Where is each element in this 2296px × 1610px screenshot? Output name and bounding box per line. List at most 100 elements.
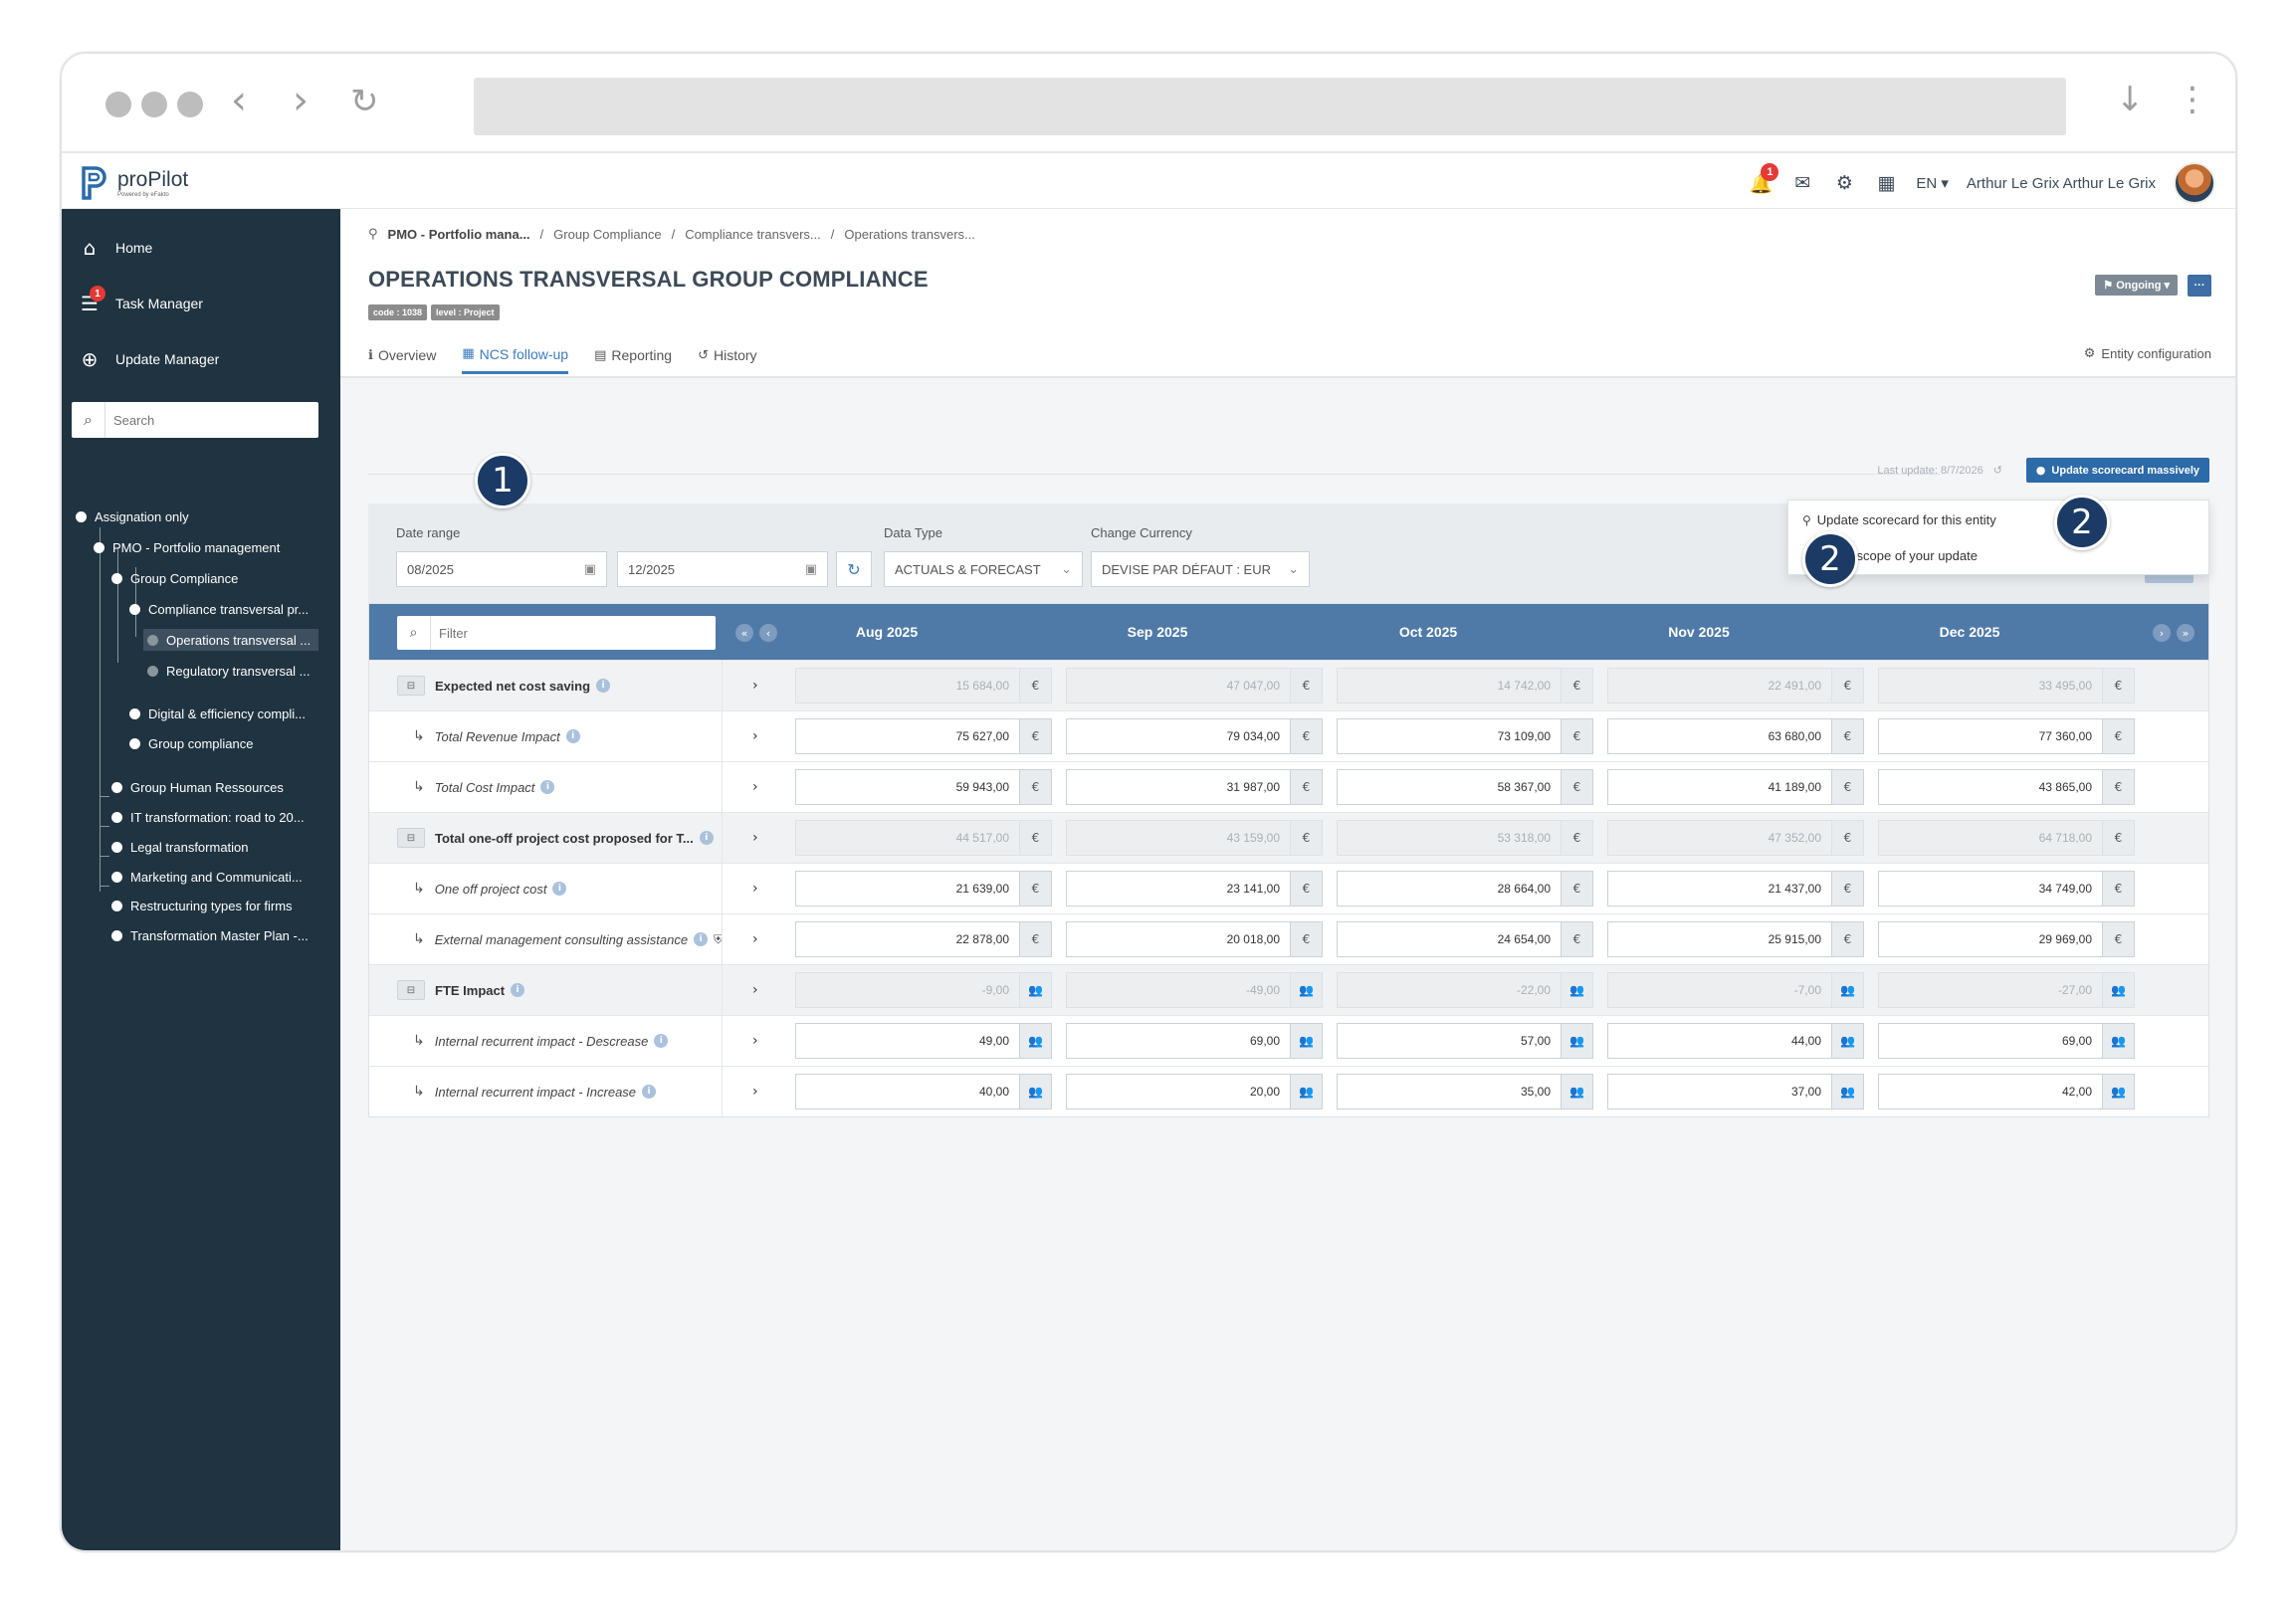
bell-icon[interactable]: 🔔 1	[1749, 163, 1779, 195]
reload-icon[interactable]: ↻	[350, 82, 379, 121]
chevron-right-icon[interactable]: ›	[752, 813, 758, 863]
chevron-right-icon[interactable]: ›	[752, 661, 758, 710]
chevron-right-icon[interactable]: ›	[752, 864, 758, 913]
download-icon[interactable]: ↓	[2116, 80, 2145, 119]
value-cell[interactable]: 37,00 👥	[1607, 1074, 1864, 1109]
value-cell[interactable]: 75 627,00 €	[795, 718, 1052, 754]
user-name[interactable]: Arthur Le Grix Arthur Le Grix	[1967, 175, 2156, 192]
tree-item[interactable]: Regulatory transversal ...	[147, 660, 311, 682]
value-cell[interactable]: 35,00 👥	[1337, 1074, 1593, 1109]
value-input[interactable]: 57,00	[1337, 1023, 1562, 1059]
value-input[interactable]: 58 367,00	[1337, 769, 1562, 805]
info-icon[interactable]: i	[540, 780, 555, 794]
value-input[interactable]: 77 360,00	[1878, 718, 2103, 754]
value-input[interactable]: 41 189,00	[1607, 769, 1832, 805]
value-input[interactable]: 23 141,00	[1066, 871, 1291, 906]
tree-item[interactable]: Transformation Master Plan -...	[111, 924, 309, 946]
value-input[interactable]: 22 878,00	[795, 921, 1020, 957]
value-cell[interactable]: 20,00 👥	[1066, 1074, 1323, 1109]
tab-history[interactable]: ↺ History	[698, 336, 756, 374]
info-icon[interactable]: i	[654, 1034, 669, 1048]
address-bar[interactable]	[474, 78, 2066, 135]
value-cell[interactable]: 58 367,00 €	[1337, 769, 1593, 805]
window-dot[interactable]	[105, 92, 131, 117]
tree-item[interactable]: Legal transformation	[111, 836, 249, 858]
chevron-right-icon[interactable]: ›	[752, 1016, 758, 1066]
tree-item[interactable]: IT transformation: road to 20...	[111, 806, 305, 828]
status-dropdown[interactable]: ⚑ Ongoing ▾	[2095, 275, 2178, 296]
value-input[interactable]: 37,00	[1607, 1074, 1832, 1109]
tab-ncs-follow-up[interactable]: ▦ NCS follow-up	[462, 336, 569, 374]
chevron-right-icon[interactable]: ›	[752, 914, 758, 964]
value-input[interactable]: 75 627,00	[795, 718, 1020, 754]
data-type-select[interactable]: ACTUALS & FORECAST ⌄	[884, 551, 1083, 587]
entity-config-link[interactable]: ⚙ Entity configuration	[2084, 346, 2211, 361]
value-cell[interactable]: 69,00 👥	[1878, 1023, 2135, 1059]
collapse-icon[interactable]: ⊟	[397, 828, 425, 848]
window-dot[interactable]	[177, 92, 203, 117]
value-input[interactable]: 35,00	[1337, 1074, 1562, 1109]
collapse-icon[interactable]: ⊟	[397, 676, 425, 696]
tree-item[interactable]: Compliance transversal pr...	[129, 598, 309, 620]
search-input[interactable]	[113, 412, 273, 428]
language-selector[interactable]: EN ▾	[1916, 174, 1949, 192]
apps-grid-icon[interactable]: ▦	[1874, 171, 1898, 195]
avatar[interactable]	[2174, 162, 2215, 204]
value-input[interactable]: 63 680,00	[1607, 718, 1832, 754]
window-dot[interactable]	[141, 92, 167, 117]
more-options-button[interactable]: ···	[2188, 275, 2211, 297]
value-input[interactable]: 79 034,00	[1066, 718, 1291, 754]
value-cell[interactable]: 41 189,00 €	[1607, 769, 1864, 805]
value-input[interactable]: 43 865,00	[1878, 769, 2103, 805]
value-input[interactable]: 44,00	[1607, 1023, 1832, 1059]
tree-item[interactable]: Digital & efficiency compli...	[129, 703, 306, 724]
tree-item[interactable]: Assignation only	[76, 505, 189, 527]
sidebar-item-task-manager[interactable]: ☰ 1 Task Manager	[76, 286, 203, 318]
back-icon[interactable]: ‹	[231, 78, 247, 123]
update-scorecard-massively-button[interactable]: ● Update scorecard massively	[2025, 458, 2209, 483]
chevron-right-icon[interactable]: ›	[752, 965, 758, 1015]
refresh-button[interactable]: ↻	[836, 551, 872, 587]
tab-reporting[interactable]: ▤ Reporting	[594, 336, 672, 374]
breadcrumb-item[interactable]: Operations transvers...	[844, 227, 975, 242]
value-cell[interactable]: 49,00 👥	[795, 1023, 1052, 1059]
value-cell[interactable]: 69,00 👥	[1066, 1023, 1323, 1059]
value-cell[interactable]: 57,00 👥	[1337, 1023, 1593, 1059]
last-page-icon[interactable]: »	[2177, 624, 2194, 642]
value-input[interactable]: 29 969,00	[1878, 921, 2103, 957]
next-page-icon[interactable]: ›	[2153, 624, 2171, 642]
value-cell[interactable]: 63 680,00 €	[1607, 718, 1864, 754]
update-entity-option[interactable]: ⚲ Update scorecard for this entity	[1802, 512, 1996, 527]
value-input[interactable]: 24 654,00	[1337, 921, 1562, 957]
collapse-icon[interactable]: ⊟	[397, 980, 425, 1000]
value-cell[interactable]: 28 664,00 €	[1337, 871, 1593, 906]
value-input[interactable]: 25 915,00	[1607, 921, 1832, 957]
value-input[interactable]: 31 987,00	[1066, 769, 1291, 805]
info-icon[interactable]: i	[694, 932, 709, 946]
history-icon[interactable]: ↺	[1993, 464, 2002, 477]
tab-overview[interactable]: ℹ Overview	[368, 336, 436, 374]
value-cell[interactable]: 22 878,00 €	[795, 921, 1052, 957]
sidebar-item-home[interactable]: ⌂ Home	[76, 233, 153, 263]
info-icon[interactable]: i	[565, 729, 580, 743]
value-cell[interactable]: 59 943,00 €	[795, 769, 1052, 805]
chevron-right-icon[interactable]: ›	[752, 1067, 758, 1116]
value-input[interactable]: 20,00	[1066, 1074, 1291, 1109]
logo[interactable]: proPilot Powered by eFakto	[80, 163, 188, 203]
value-cell[interactable]: 79 034,00 €	[1066, 718, 1323, 754]
currency-select[interactable]: DEVISE PAR DÉFAUT : EUR ⌄	[1091, 551, 1310, 587]
tree-item[interactable]: Group compliance	[129, 732, 254, 754]
value-cell[interactable]: 34 749,00 €	[1878, 871, 2135, 906]
value-cell[interactable]: 42,00 👥	[1878, 1074, 2135, 1109]
tree-item[interactable]: Group Compliance	[111, 567, 238, 589]
date-to-input[interactable]: 12/2025 ▣	[617, 551, 828, 587]
breadcrumb-item[interactable]: PMO - Portfolio mana...	[388, 227, 530, 242]
value-input[interactable]: 21 437,00	[1607, 871, 1832, 906]
date-from-input[interactable]: 08/2025 ▣	[396, 551, 607, 587]
value-input[interactable]: 49,00	[795, 1023, 1020, 1059]
info-icon[interactable]: i	[642, 1085, 657, 1099]
value-input[interactable]: 21 639,00	[795, 871, 1020, 906]
value-cell[interactable]: 43 865,00 €	[1878, 769, 2135, 805]
value-cell[interactable]: 73 109,00 €	[1337, 718, 1593, 754]
chevron-right-icon[interactable]: ›	[752, 762, 758, 812]
